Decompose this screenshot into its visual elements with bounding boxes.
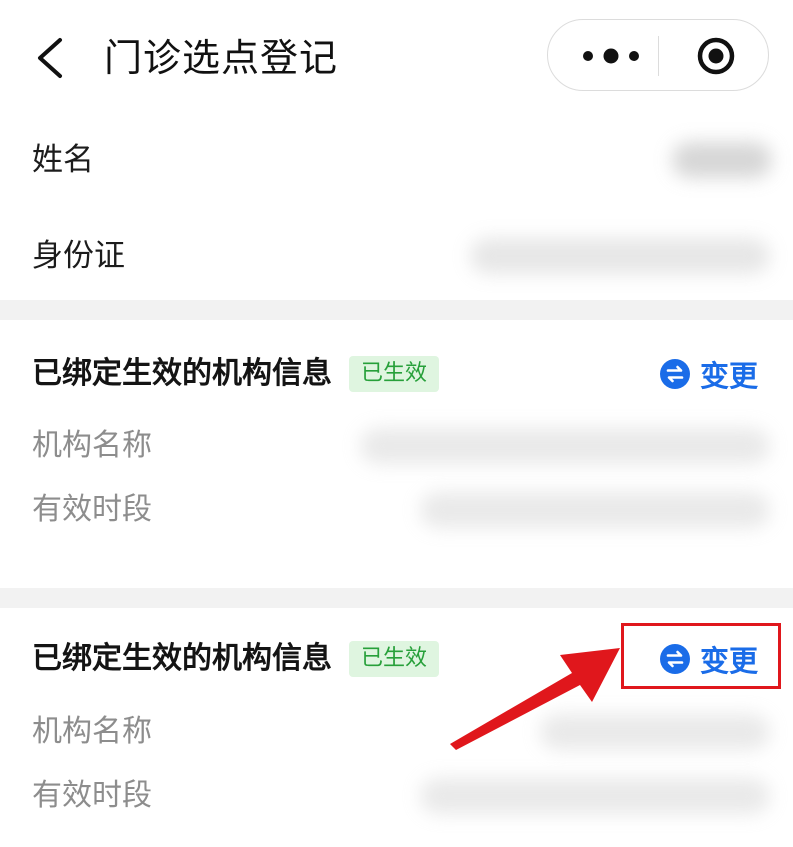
capsule-divider (658, 36, 659, 76)
target-icon[interactable] (696, 36, 736, 76)
more-icon[interactable] (580, 44, 642, 68)
nav-bar: 门诊选点登记 (0, 0, 793, 112)
name-value-blurred (672, 142, 772, 178)
institution-card-1: 已绑定生效的机构信息 已生效 变更 机构名称 有效时段 (0, 320, 793, 588)
swap-icon (660, 359, 690, 389)
id-label: 身份证 (32, 238, 125, 274)
miniprogram-capsule (547, 19, 769, 91)
id-row: 身份证 (0, 208, 793, 304)
period-value-blurred (420, 778, 770, 814)
change-label: 变更 (700, 359, 759, 393)
name-label: 姓名 (32, 142, 94, 178)
highlight-box (621, 623, 781, 689)
page-title: 门诊选点登记 (104, 36, 339, 80)
name-row: 姓名 (0, 112, 793, 208)
status-badge: 已生效 (349, 641, 440, 677)
back-icon[interactable] (30, 36, 70, 80)
section-divider (0, 300, 793, 320)
id-value-blurred (470, 238, 770, 274)
card-title: 已绑定生效的机构信息 (32, 641, 332, 676)
field-label-institution: 机构名称 (32, 428, 152, 463)
field-label-period: 有效时段 (32, 492, 152, 527)
status-badge: 已生效 (349, 356, 440, 392)
institution-value-blurred (360, 428, 770, 464)
period-value-blurred (420, 492, 770, 528)
field-label-institution: 机构名称 (32, 714, 152, 749)
card-title: 已绑定生效的机构信息 (32, 356, 332, 391)
change-button[interactable]: 变更 (660, 352, 758, 396)
field-label-period: 有效时段 (32, 778, 152, 813)
arrow-annotation-icon (450, 648, 620, 750)
section-divider (0, 588, 793, 608)
